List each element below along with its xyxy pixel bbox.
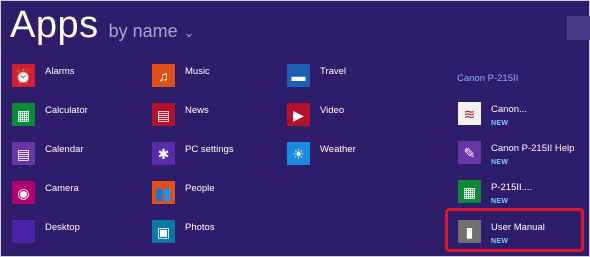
app-label-wrap: Music — [185, 64, 210, 77]
suitcase-icon: ▬ — [287, 64, 310, 87]
app-label-wrap: Calculator — [45, 103, 88, 116]
scanner-icon: ▦ — [458, 180, 481, 203]
app-tile-weather[interactable]: ☀ Weather — [287, 142, 356, 165]
alarm-clock-icon: ⏰ — [12, 64, 35, 87]
desktop-icon — [12, 220, 35, 243]
app-label-wrap: Video — [320, 103, 344, 116]
app-label-wrap: Camera — [45, 181, 79, 194]
app-tile-photos[interactable]: ▣ Photos — [152, 220, 215, 243]
people-icon: 👥 — [152, 181, 175, 204]
canon-app-icon: ≋ — [458, 102, 481, 125]
app-name: Weather — [320, 144, 356, 155]
new-badge: NEW — [491, 198, 509, 205]
chevron-down-icon: ⌄ — [183, 24, 195, 40]
app-name: News — [185, 105, 209, 116]
app-tile-alarms[interactable]: ⏰ Alarms — [12, 64, 75, 87]
app-label-wrap: P-215II.... NEW — [491, 180, 532, 205]
app-tile-video[interactable]: ▶ Video — [287, 103, 344, 126]
app-tile-p-215ii-[interactable]: ▦ P-215II.... NEW — [458, 180, 532, 205]
app-name: People — [185, 183, 215, 194]
app-label-wrap: News — [185, 103, 209, 116]
app-name: Camera — [45, 183, 79, 194]
apps-header: Apps by name ⌄ — [10, 4, 195, 48]
newspaper-icon: ▤ — [152, 103, 175, 126]
app-label-wrap: Canon P-215II Help NEW — [491, 141, 574, 166]
app-name: PC settings — [185, 144, 234, 155]
app-tile-camera[interactable]: ◉ Camera — [12, 181, 79, 204]
semantic-zoom-button[interactable] — [567, 16, 590, 40]
app-label-wrap: Desktop — [45, 220, 80, 233]
help-book-icon: ✎ — [458, 141, 481, 164]
app-name: Desktop — [45, 222, 80, 233]
app-tile-people[interactable]: 👥 People — [152, 181, 215, 204]
app-tile-canon-p-215ii-help[interactable]: ✎ Canon P-215II Help NEW — [458, 141, 574, 166]
app-name: Travel — [320, 66, 347, 77]
headphones-icon: ♫ — [152, 64, 175, 87]
app-name: Alarms — [45, 66, 75, 77]
app-name: Video — [320, 105, 345, 116]
app-label-wrap: Weather — [320, 142, 356, 155]
app-name: P-215II.... — [491, 182, 533, 193]
calculator-icon: ▦ — [12, 103, 35, 126]
highlight-box — [445, 208, 584, 252]
app-name: Photos — [185, 222, 215, 233]
app-label-wrap: Canon... NEW — [491, 102, 527, 127]
app-tile-desktop[interactable]: Desktop — [12, 220, 80, 243]
sort-dropdown[interactable]: by name ⌄ — [109, 21, 195, 42]
gear-icon: ✱ — [152, 142, 175, 165]
app-label-wrap: Alarms — [45, 64, 75, 77]
app-name: Canon P-215II Help — [491, 143, 575, 154]
new-badge: NEW — [491, 159, 509, 166]
app-name: Canon... — [491, 104, 527, 115]
sort-label: by name — [108, 21, 178, 41]
app-name: Music — [185, 66, 210, 77]
app-label-wrap: Calendar — [45, 142, 84, 155]
app-label-wrap: PC settings — [185, 142, 234, 155]
app-tile-pc-settings[interactable]: ✱ PC settings — [152, 142, 234, 165]
app-tile-music[interactable]: ♫ Music — [152, 64, 210, 87]
app-tile-calculator[interactable]: ▦ Calculator — [12, 103, 88, 126]
app-label-wrap: Photos — [185, 220, 215, 233]
app-name: Calculator — [45, 105, 88, 116]
app-tile-news[interactable]: ▤ News — [152, 103, 209, 126]
video-icon: ▶ — [287, 103, 310, 126]
group-header-canon: Canon P-215II — [457, 73, 519, 84]
new-badge: NEW — [491, 120, 509, 127]
page-title: Apps — [10, 4, 99, 46]
app-tile-canon-[interactable]: ≋ Canon... NEW — [458, 102, 527, 127]
app-tile-travel[interactable]: ▬ Travel — [287, 64, 346, 87]
app-tile-calendar[interactable]: ▤ Calendar — [12, 142, 84, 165]
calendar-icon: ▤ — [12, 142, 35, 165]
app-label-wrap: Travel — [320, 64, 346, 77]
camera-icon: ◉ — [12, 181, 35, 204]
photos-icon: ▣ — [152, 220, 175, 243]
app-name: Calendar — [45, 144, 84, 155]
app-label-wrap: People — [185, 181, 215, 194]
sun-icon: ☀ — [287, 142, 310, 165]
